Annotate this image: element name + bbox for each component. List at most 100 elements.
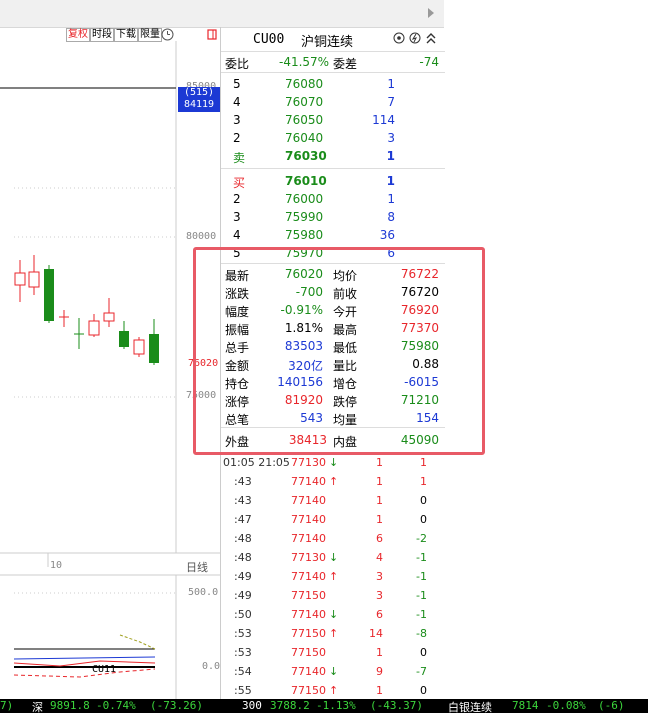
ask-row[interactable]: 4 76070 7 — [221, 93, 445, 111]
tick-price: 77150 — [291, 684, 326, 697]
book-volume: 36 — [379, 228, 395, 242]
tick-row[interactable]: :48 77140 6 -2 — [221, 530, 445, 548]
top-toolbar — [0, 0, 444, 28]
tick-change: -2 — [416, 532, 427, 545]
ratio-value: -41.57% — [279, 55, 330, 69]
tick-row[interactable]: :48 77130 ↓ 4 -1 — [221, 549, 445, 567]
collapse-up-icon[interactable] — [425, 31, 437, 45]
tick-time: :50 — [234, 608, 252, 621]
status-bar: 7) 深 9891.8 -0.74% (-73.26) 300 3788.2 -… — [0, 699, 648, 713]
tick-time: 01:05 21:05 — [223, 456, 290, 469]
book-volume: 1 — [386, 149, 395, 163]
book-price: 76070 — [285, 95, 324, 109]
tick-volume: 1 — [376, 494, 383, 507]
status-index1-name[interactable]: 深 — [32, 699, 43, 713]
status-index2-abs: (-43.37) — [370, 699, 423, 712]
tick-time: :43 — [234, 475, 252, 488]
tick-change: 0 — [420, 646, 427, 659]
tick-row[interactable]: :54 77140 ↓ 9 -7 — [221, 663, 445, 681]
tick-direction-icon: ↑ — [329, 684, 339, 697]
tick-change: -1 — [416, 551, 427, 564]
status-index3-name[interactable]: 白银连续 — [448, 699, 492, 713]
tick-row[interactable]: :43 77140 ↑ 1 1 — [221, 473, 445, 491]
tick-row[interactable]: :43 77140 1 0 — [221, 492, 445, 510]
target-icon[interactable] — [393, 32, 405, 44]
book-level: 4 — [233, 95, 241, 109]
tick-row[interactable]: :49 77140 ↑ 3 -1 — [221, 568, 445, 586]
tick-volume: 14 — [369, 627, 383, 640]
kline-chart[interactable]: 复权 时段 下载 限量 (515) 84119 80000 76020 7500… — [0, 27, 220, 699]
tick-row[interactable]: :50 77140 ↓ 6 -1 — [221, 606, 445, 624]
ratio-label: 委比 — [225, 57, 250, 71]
ask-row[interactable]: 2 76040 3 — [221, 129, 445, 147]
tick-volume: 1 — [376, 475, 383, 488]
tick-direction-icon: ↓ — [329, 456, 339, 469]
book-price: 75990 — [285, 210, 324, 224]
tick-row[interactable]: :55 77150 ↑ 1 0 — [221, 682, 445, 700]
tick-change: 1 — [420, 475, 427, 488]
tick-change: 0 — [420, 494, 427, 507]
tick-time: :48 — [234, 551, 252, 564]
book-volume: 7 — [387, 95, 395, 109]
diff-value: -74 — [419, 55, 439, 69]
tick-direction-icon: ↑ — [329, 475, 339, 488]
tick-row[interactable]: :53 77150 ↑ 14 -8 — [221, 625, 445, 643]
tick-price: 77150 — [291, 627, 326, 640]
tick-change: -1 — [416, 570, 427, 583]
bid-row[interactable]: 2 76000 1 — [221, 190, 445, 208]
tick-volume: 6 — [376, 532, 383, 545]
bid-row[interactable]: 3 75990 8 — [221, 208, 445, 226]
book-volume: 1 — [386, 174, 395, 188]
tick-time: :43 — [234, 494, 252, 507]
tick-row[interactable]: :53 77150 1 0 — [221, 644, 445, 662]
book-price: 76050 — [285, 113, 324, 127]
bid-row[interactable]: 买 76010 1 — [221, 172, 445, 190]
tick-change: 0 — [420, 513, 427, 526]
tick-price: 77140 — [291, 665, 326, 678]
tick-change: 1 — [420, 456, 427, 469]
tick-time: :48 — [234, 532, 252, 545]
book-price: 76000 — [285, 192, 324, 206]
tick-row[interactable]: :47 77140 1 0 — [221, 511, 445, 529]
tick-row[interactable]: 01:05 21:05 77130 ↓ 1 1 — [221, 454, 445, 472]
book-price: 76080 — [285, 77, 324, 91]
ask-row[interactable]: 5 76080 1 — [221, 75, 445, 93]
tick-volume: 9 — [376, 665, 383, 678]
lightning-icon[interactable] — [409, 32, 421, 44]
tick-price: 77150 — [291, 646, 326, 659]
ask-row[interactable]: 卖 76030 1 — [221, 147, 445, 165]
tick-direction-icon: ↓ — [329, 551, 339, 564]
quote-header: CU00 沪铜连续 — [221, 27, 445, 51]
period-label[interactable]: 日线 — [186, 559, 208, 575]
bid-row[interactable]: 4 75980 36 — [221, 226, 445, 244]
chart-canvas — [0, 41, 220, 699]
book-level: 5 — [233, 77, 241, 91]
tick-volume: 3 — [376, 570, 383, 583]
tick-direction-icon: ↑ — [329, 570, 339, 583]
tick-change: -1 — [416, 589, 427, 602]
contract-code: CU00 — [253, 32, 285, 47]
tick-price: 77140 — [291, 494, 326, 507]
price-tag-top: (515) — [183, 87, 215, 98]
tick-direction-icon: ↑ — [329, 627, 339, 640]
sub-y-top: 500.0 — [188, 587, 219, 598]
tick-volume: 1 — [376, 646, 383, 659]
tick-price: 77150 — [291, 589, 326, 602]
contract-name: 沪铜连续 — [301, 35, 354, 50]
book-level: 3 — [233, 210, 241, 224]
tick-row[interactable]: :49 77150 3 -1 — [221, 587, 445, 605]
status-index2-name[interactable]: 300 — [242, 699, 262, 712]
status-index3-change: -0.08% — [546, 699, 586, 712]
price-tag-bottom: 84119 — [183, 99, 215, 110]
tick-volume: 1 — [376, 456, 383, 469]
status-index1-value: 9891.8 — [50, 699, 90, 712]
status-index2-change: -1.13% — [316, 699, 356, 712]
tick-change: 0 — [420, 684, 427, 697]
tick-price: 77140 — [291, 475, 326, 488]
tick-time: :47 — [234, 513, 252, 526]
ask-row[interactable]: 3 76050 114 — [221, 111, 445, 129]
book-volume: 1 — [387, 192, 395, 206]
tick-volume: 4 — [376, 551, 383, 564]
tick-price: 77130 — [291, 551, 326, 564]
scroll-right-arrow-icon[interactable] — [428, 8, 434, 18]
